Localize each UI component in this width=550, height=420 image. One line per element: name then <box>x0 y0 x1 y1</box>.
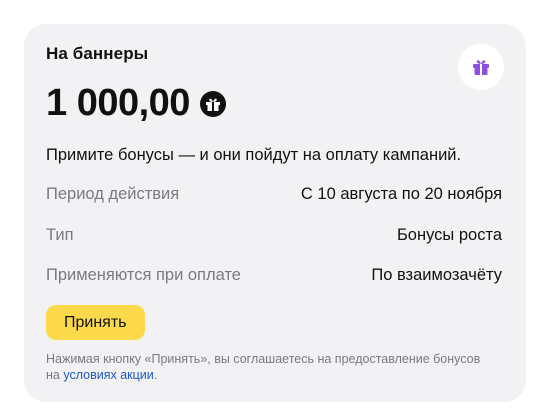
type-value: Бонусы роста <box>396 226 502 244</box>
info-row-payment: Применяются при оплате По взаимозачёту <box>46 266 502 285</box>
gift-badge <box>458 44 504 90</box>
promo-terms-link[interactable]: условиях акции <box>63 368 153 382</box>
type-label: Тип <box>46 226 74 244</box>
period-label: Период действия <box>46 185 180 203</box>
disclaimer-end: . <box>153 368 158 382</box>
amount-row: 1 000,00 <box>46 82 228 125</box>
info-row-period: Период действия С 10 августа по 20 ноябр… <box>46 185 502 204</box>
bonus-description: Примите бонусы — и они пойдут на оплату … <box>46 146 462 164</box>
bonus-card: На баннеры 1 000,00 Примите бонусы — и о… <box>24 24 526 402</box>
bonus-coin-icon <box>198 89 228 119</box>
bonus-amount: 1 000,00 <box>46 82 190 124</box>
card-title: На баннеры <box>46 44 149 63</box>
payment-label: Применяются при оплате <box>46 266 241 284</box>
payment-value: По взаимозачёту <box>371 266 502 284</box>
period-value: С 10 августа по 20 ноября <box>300 185 502 203</box>
info-row-type: Тип Бонусы роста <box>46 226 502 245</box>
disclaimer: Нажимая кнопку «Принять», вы соглашаетес… <box>46 351 486 383</box>
accept-button[interactable]: Принять <box>46 305 145 340</box>
gift-icon <box>473 60 489 75</box>
